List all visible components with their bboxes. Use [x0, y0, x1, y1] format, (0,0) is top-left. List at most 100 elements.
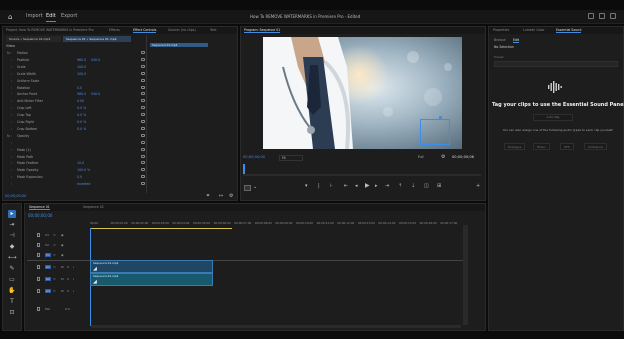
sequence-selector[interactable]: Sequence 01 • Sequence 01.mp4 [63, 36, 131, 42]
eye-icon[interactable]: ◉ [61, 243, 64, 247]
effect-row[interactable]: › Mask Opacity 100.0 % [7, 167, 145, 173]
keyframe-reset-icon[interactable] [141, 99, 145, 103]
effect-value[interactable]: Inverted [77, 182, 90, 186]
expand-icon[interactable]: › [11, 99, 12, 103]
effect-row[interactable]: › Crop Right 0.0 % [7, 119, 145, 125]
keyframe-reset-icon[interactable] [141, 175, 145, 179]
keyframe-reset-icon[interactable] [141, 147, 145, 151]
menu-export[interactable]: Export [61, 13, 77, 19]
tab-program[interactable]: Program: Sequence 01 [244, 28, 281, 33]
effect-row[interactable]: › Mask Feather 10.0 [7, 160, 145, 166]
program-scrubber[interactable] [243, 174, 481, 176]
sync-lock-icon[interactable]: ▭ [53, 253, 56, 257]
export-frame-icon[interactable]: ↦ [219, 193, 223, 199]
keyframe-reset-icon[interactable] [141, 133, 145, 137]
effect-row[interactable]: › Anti-flicker Filter 0.00 [7, 98, 145, 104]
caption-tool-icon[interactable]: ⊡ [8, 309, 16, 317]
track-header-v1[interactable]: V1 ▭ ◉ [27, 252, 90, 260]
tab-sequence-01[interactable]: Sequence 01 [29, 205, 50, 210]
auto-tag-button[interactable]: Auto-Tag [533, 114, 573, 121]
effect-value[interactable]: 100.0 % [77, 168, 90, 172]
track-name[interactable]: A3 [45, 289, 51, 293]
effect-value[interactable]: 960.0 [77, 92, 86, 96]
tab-lumetri-color[interactable]: Lumetri Color [523, 28, 545, 32]
safe-margins-icon[interactable] [244, 185, 251, 191]
hand-tool-icon[interactable]: ✋ [8, 287, 16, 295]
lock-icon[interactable] [37, 265, 40, 269]
timeline-timecode[interactable]: 00;00;00;00 [28, 213, 52, 218]
mark-clip-icon[interactable]: ⊦ [330, 183, 333, 189]
track-header-v2[interactable]: V2 ▭ ◉ [27, 242, 90, 250]
track-name[interactable]: A1 [45, 265, 51, 269]
sync-lock-icon[interactable]: ▭ [53, 233, 56, 237]
track-name[interactable]: A2 [45, 277, 51, 281]
expand-icon[interactable]: › [11, 161, 12, 165]
expand-icon[interactable]: › [11, 120, 12, 124]
track-name[interactable]: V2 [45, 243, 49, 247]
effect-controls-timecode[interactable]: 00;00;00;00 [5, 194, 26, 198]
tab-project[interactable]: Project: How To REMOVE WATERMARKS in Pre… [6, 28, 94, 32]
subtab-browse[interactable]: Browse [494, 38, 506, 42]
dialogue-button[interactable]: Dialogue [504, 143, 526, 150]
go-to-in-icon[interactable]: ⇤ [344, 183, 348, 189]
lift-icon[interactable]: ⇡ [398, 183, 402, 189]
effect-row[interactable]: › Mask Expansion 0.0 [7, 174, 145, 180]
slip-tool-icon[interactable]: ⟷ [8, 254, 17, 262]
settings-icon[interactable]: ⚙ [441, 154, 445, 160]
effect-value[interactable]: 0.0 % [77, 113, 86, 117]
go-to-out-icon[interactable]: ⇥ [385, 183, 389, 189]
effect-row[interactable]: › Position 960.0 540.0 [7, 57, 145, 63]
program-video-frame[interactable] [263, 37, 462, 149]
microphone-icon[interactable]: ♩ [73, 265, 74, 269]
tab-properties[interactable]: Properties [493, 28, 509, 32]
keyframe-reset-icon[interactable] [141, 182, 145, 186]
extract-icon[interactable]: ⇣ [411, 183, 415, 189]
quick-export-icon[interactable] [599, 13, 605, 19]
mix-value[interactable]: 0.0 [65, 307, 70, 311]
pen-tool-icon[interactable]: ✎ [8, 265, 16, 273]
ambience-button[interactable]: Ambience [584, 143, 607, 150]
mute-icon[interactable]: M [61, 277, 64, 281]
keyframe-reset-icon[interactable] [141, 57, 145, 61]
mute-icon[interactable]: M [61, 265, 64, 269]
step-back-icon[interactable]: ◂ [355, 183, 358, 189]
effect-value[interactable]: 0.0 [77, 86, 82, 90]
effect-row[interactable]: › Inverted [7, 181, 145, 187]
expand-icon[interactable]: › [11, 175, 12, 179]
track-header-a2[interactable]: A2 ▭ M S ♩ [27, 276, 90, 284]
effect-row[interactable]: › Anchor Point 960.0 540.0 [7, 91, 145, 97]
sync-lock-icon[interactable]: ▭ [53, 289, 56, 293]
horizontal-scrollbar[interactable] [91, 325, 461, 328]
work-area-bar[interactable] [90, 228, 232, 229]
sync-lock-icon[interactable]: ▭ [53, 277, 56, 281]
effect-value[interactable]: 0.0 % [77, 120, 86, 124]
sync-lock-icon[interactable]: ▭ [53, 265, 56, 269]
effect-value[interactable]: 0.0 % [77, 127, 86, 131]
lock-icon[interactable] [37, 277, 40, 281]
track-name[interactable]: V3 [45, 233, 49, 237]
tab-text[interactable]: Text [210, 28, 216, 32]
tab-source[interactable]: Source: (no clips) [168, 28, 196, 32]
microphone-icon[interactable]: ♩ [73, 289, 74, 293]
selection-tool-icon[interactable]: ▸ [8, 210, 16, 218]
expand-icon[interactable]: › [11, 148, 12, 152]
workspace-icon[interactable] [588, 13, 594, 19]
effect-value-secondary[interactable]: 540.0 [91, 58, 100, 62]
effect-row[interactable]: › Crop Left 0.0 % [7, 105, 145, 111]
keyframe-reset-icon[interactable] [141, 92, 145, 96]
menu-import[interactable]: Import [26, 13, 43, 19]
type-tool-icon[interactable]: T [8, 298, 16, 306]
audio-clip-a1[interactable]: Sequence 01.mp4 ◢ [90, 273, 213, 286]
track-header-mix[interactable]: Mix 0.0 [27, 306, 90, 314]
wrench-icon[interactable]: ⚙ [229, 193, 233, 199]
effect-value[interactable]: 10.0 [77, 161, 84, 165]
expand-icon[interactable]: › [11, 106, 12, 110]
add-button-icon[interactable]: + [476, 183, 480, 189]
filter-icon[interactable]: ⏷ [206, 193, 210, 199]
track-header-v3[interactable]: V3 ▭ ◉ [27, 232, 90, 240]
keyframe-reset-icon[interactable] [141, 154, 145, 158]
keyframe-reset-icon[interactable] [141, 126, 145, 130]
keyframe-reset-icon[interactable] [141, 78, 145, 82]
effect-row[interactable]: › [7, 140, 145, 146]
tab-essential-sound[interactable]: Essential Sound [556, 28, 582, 33]
